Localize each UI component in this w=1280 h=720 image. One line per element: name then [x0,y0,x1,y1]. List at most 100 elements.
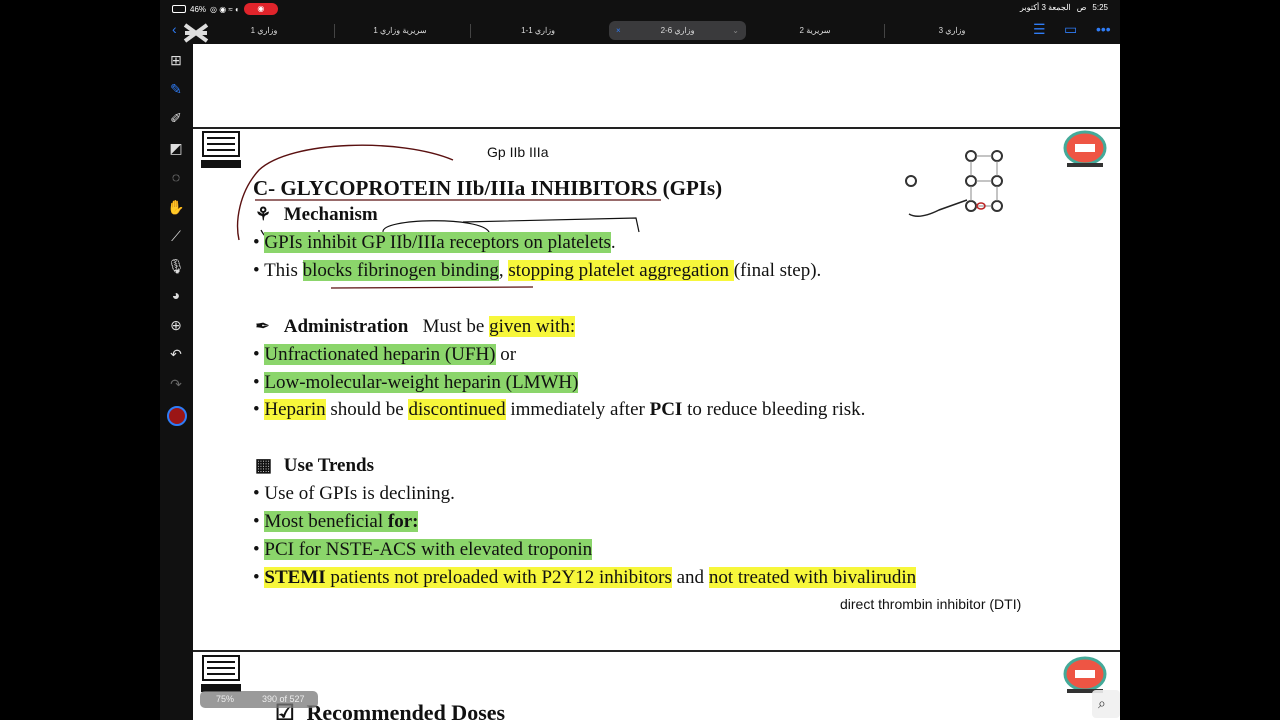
mechanism-heading-text: Mechanism [283,204,378,225]
tab-label: سريرية وزاري 1 [373,26,427,35]
pen-icon[interactable]: ✎ [166,79,186,99]
zoom-level: 75% [216,694,235,704]
pdf-reader-app: 46% ◎ ◉ ≈ ◐ ◉ الجمعة 3 أكتوبر ص 5:25 ‹ و… [160,0,1120,720]
university-logo-icon [201,655,241,692]
text-run: STEMI [264,567,326,588]
list-icon[interactable]: ☰ [1033,21,1046,38]
text-run: GP IIb/IIIa [361,232,445,253]
text-run: Use of GPIs is declining. [264,483,455,504]
tab-3[interactable]: وزاري 1-1 [493,21,583,40]
tab-close-icon[interactable]: × [616,21,621,40]
text-run: to reduce bleeding risk. [682,399,866,420]
text-run: inhibit [302,232,362,253]
text-run: PCI [649,399,683,420]
next-section-heading-text: Recommended Doses [306,700,506,720]
text-run: inhibitors [599,567,672,588]
administration-bullet-3: • Heparin should be discontinued immedia… [253,399,866,420]
text-run: not preloaded with P2Y12 [394,567,600,588]
trends-bullet-1: • Use of GPIs is declining. [253,483,455,504]
text-run: Unfractionated heparin (UFH) [264,344,496,365]
text-run: Must be [422,316,490,337]
highlighter-icon[interactable]: ✐ [166,108,186,128]
text-run: or [495,344,517,365]
eraser-icon[interactable]: ◩ [166,138,186,158]
tab-2[interactable]: سريرية وزاري 1 [355,21,445,40]
text-run: Low-molecular-weight heparin (LMWH) [264,372,579,393]
text-run: , [498,260,509,281]
close-icon[interactable] [182,22,210,44]
hand-icon[interactable]: ✋ [166,197,186,217]
administration-heading-text: Administration [283,316,409,337]
grid-icon[interactable]: ⊞ [166,50,186,70]
add-icon[interactable]: ⊕ [166,315,186,335]
text-run: GPIs [264,232,303,253]
tab-divider [884,24,885,38]
text-run: not treated with bivalirudin [708,567,917,588]
college-logo-icon [1063,130,1107,167]
tab-label: سريرية 2 [799,26,831,35]
shape-icon[interactable]: ◕ [166,285,186,305]
tab-divider [334,24,335,38]
tab-label: وزاري 3 [938,26,966,35]
text-run: (final step). [733,260,822,281]
battery-level: 46% [190,4,207,14]
tab-1[interactable]: وزاري 1 [220,21,308,40]
text-run: patients [325,567,395,588]
text-run: and [671,567,709,588]
document-page: Gp IIb IIIa direct thrombin inhibitor (D… [193,44,1120,720]
mechanism-heading: ⚘ Mechanism [255,204,378,226]
slide-divider [193,650,1120,652]
magnifier-icon: ⌕ [1098,695,1106,711]
text-run: Heparin [264,399,326,420]
annotation-toolbar: ⊞ ✎ ✐ ◩ ◌ ✋ ⟋ 🎙 ◕ ⊕ ↶ ↷ [160,44,192,720]
text-run: receptors on platelets [444,232,611,253]
more-icon[interactable]: ••• [1096,21,1111,37]
status-time: 5:25 [1092,3,1108,12]
text-run: This [264,260,303,281]
color-picker-swatch[interactable] [167,406,187,426]
eyedropper-icon[interactable]: ⟋ [166,226,186,246]
tab-5[interactable]: سريرية 2 [770,21,860,40]
annotation-top: Gp IIb IIIa [487,144,549,160]
zoom-button[interactable]: ⌕ [1092,690,1120,718]
slide-title: C- GLYCOPROTEIN IIb/IIIa INHIBITORS (GPI… [253,176,723,200]
text-run: PCI for NSTE-ACS with elevated troponin [264,539,593,560]
administration-bullet-1: • Unfractionated heparin (UFH) or [253,344,517,365]
record-indicator-icon[interactable]: ◉ [243,3,278,15]
page-view-icon[interactable]: ▭ [1064,21,1077,38]
undo-icon[interactable]: ↶ [166,344,186,364]
microphone-icon[interactable]: 🎙 [166,256,186,276]
text-run: . [610,232,616,253]
text-run: immediately after [505,399,650,420]
battery-icon [172,5,186,13]
annotation-bottom: direct thrombin inhibitor (DTI) [840,596,1022,612]
administration-bullet-2: • Low-molecular-weight heparin (LMWH) [253,372,579,393]
trends-bullet-4: • STEMI patients not preloaded with P2Y1… [253,567,917,588]
tab-label: وزاري 1 [250,26,278,35]
text-run: should be [325,399,409,420]
tab-chevron-down-icon[interactable]: ⌄ [732,21,739,40]
status-period: ص [1076,3,1087,12]
back-chevron-icon[interactable]: ‹ [172,21,177,37]
tab-4-active[interactable]: × وزاري 6-2 ⌄ [609,21,746,40]
status-bar: 46% ◎ ◉ ≈ ◐ ◉ الجمعة 3 أكتوبر ص 5:25 [160,0,1120,17]
tab-6[interactable]: وزاري 3 [907,21,997,40]
syringe-icon: ✒ [255,316,271,336]
status-icons: ◎ ◉ ≈ ◐ [210,4,240,14]
text-run: for: [387,511,419,532]
mechanism-bullet-2: • This blocks fibrinogen binding, stoppi… [253,260,822,281]
lasso-icon[interactable]: ◌ [166,167,186,187]
slide-divider [193,127,1120,129]
chart-icon: ▦ [255,455,273,475]
mechanism-bullet-1: • GPIs inhibit GP IIb/IIIa receptors on … [253,232,616,253]
redo-icon[interactable]: ↷ [166,374,186,394]
text-run: discontinued [408,399,506,420]
use-trends-heading: ▦ Use Trends [255,455,374,477]
page-indicator[interactable]: 75% 390 of 527 [200,691,318,708]
brain-icon: ⚘ [255,204,272,224]
status-date: الجمعة 3 أكتوبر [1020,3,1071,12]
use-trends-heading-text: Use Trends [283,455,375,476]
tab-bar: ‹ وزاري 1 سريرية وزاري 1 وزاري 1-1 × وزا… [160,17,1120,44]
administration-heading: ✒ Administration Must be given with: [255,316,576,338]
text-run: stopping platelet aggregation [508,260,734,281]
